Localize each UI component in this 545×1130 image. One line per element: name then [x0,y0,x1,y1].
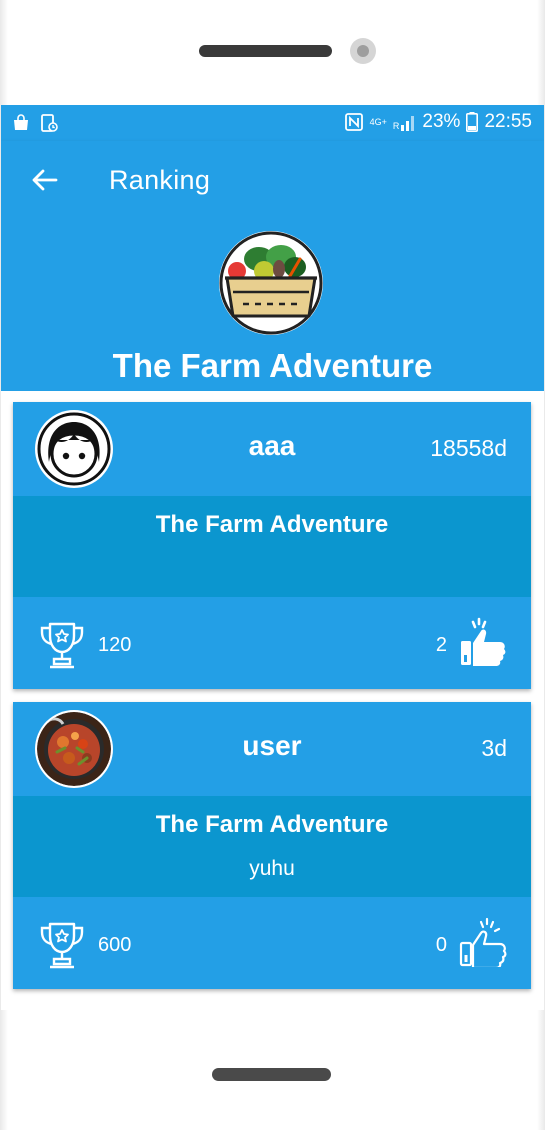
ranking-card[interactable]: aaa 18558d The Farm Adventure 120 2 [13,402,531,689]
screen: 4G+ R 23% 22:55 Ranking The Farm Adventu… [1,105,544,1010]
card-footer: 120 2 [13,597,531,689]
username: user [242,730,302,761]
signal-strength-icon: R [393,113,417,131]
phone-speaker [199,45,332,57]
back-arrow-icon[interactable] [29,165,59,195]
page-title: Ranking [109,165,211,195]
screenshot-notification-icon [41,114,58,132]
trophy-icon [40,922,84,969]
clock: 22:55 [484,111,532,132]
status-notifications [11,113,59,133]
thumbs-up-filled-icon[interactable] [459,617,507,667]
nfc-icon [344,113,363,131]
ranking-card[interactable]: user 3d The Farm Adventure yuhu 600 0 [13,702,531,989]
card-game-title: The Farm Adventure [155,511,389,538]
game-logo [219,231,323,335]
card-comment: yuhu [249,857,295,880]
network-label: 4G+ [369,116,387,127]
shopping-bag-icon [14,114,28,130]
game-header: The Farm Adventure [1,219,544,391]
signal-bars-icon [401,116,415,131]
time-ago: 3d [481,735,507,761]
battery-percent: 23% [422,111,461,132]
phone-camera [350,38,376,64]
trophy-icon [40,622,84,669]
likes-count: 2 [435,634,447,656]
score: 600 [98,934,132,956]
likes-count: 0 [435,934,447,956]
network-type: 4G+ [369,116,387,127]
vegetable-crate-icon [219,231,323,335]
card-body: The Farm Adventure yuhu [13,796,531,897]
card-game-title: The Farm Adventure [155,811,389,838]
home-indicator[interactable] [212,1068,331,1081]
roaming-label: R [392,121,400,131]
time-ago: 18558d [430,435,507,461]
card-footer: 600 0 [13,897,531,989]
card-header: user 3d [13,702,531,796]
status-indicators: 4G+ R 23% 22:55 [344,111,532,133]
thumbs-up-outline-icon[interactable] [459,917,507,967]
battery-icon [466,112,479,132]
card-body: The Farm Adventure [13,496,531,597]
status-bar: 4G+ R 23% 22:55 [1,105,544,141]
game-title: The Farm Adventure [112,347,433,384]
score: 120 [98,634,132,656]
phone-frame: 4G+ R 23% 22:55 Ranking The Farm Adventu… [0,0,545,1130]
card-header: aaa 18558d [13,402,531,496]
app-bar: Ranking [1,141,544,219]
